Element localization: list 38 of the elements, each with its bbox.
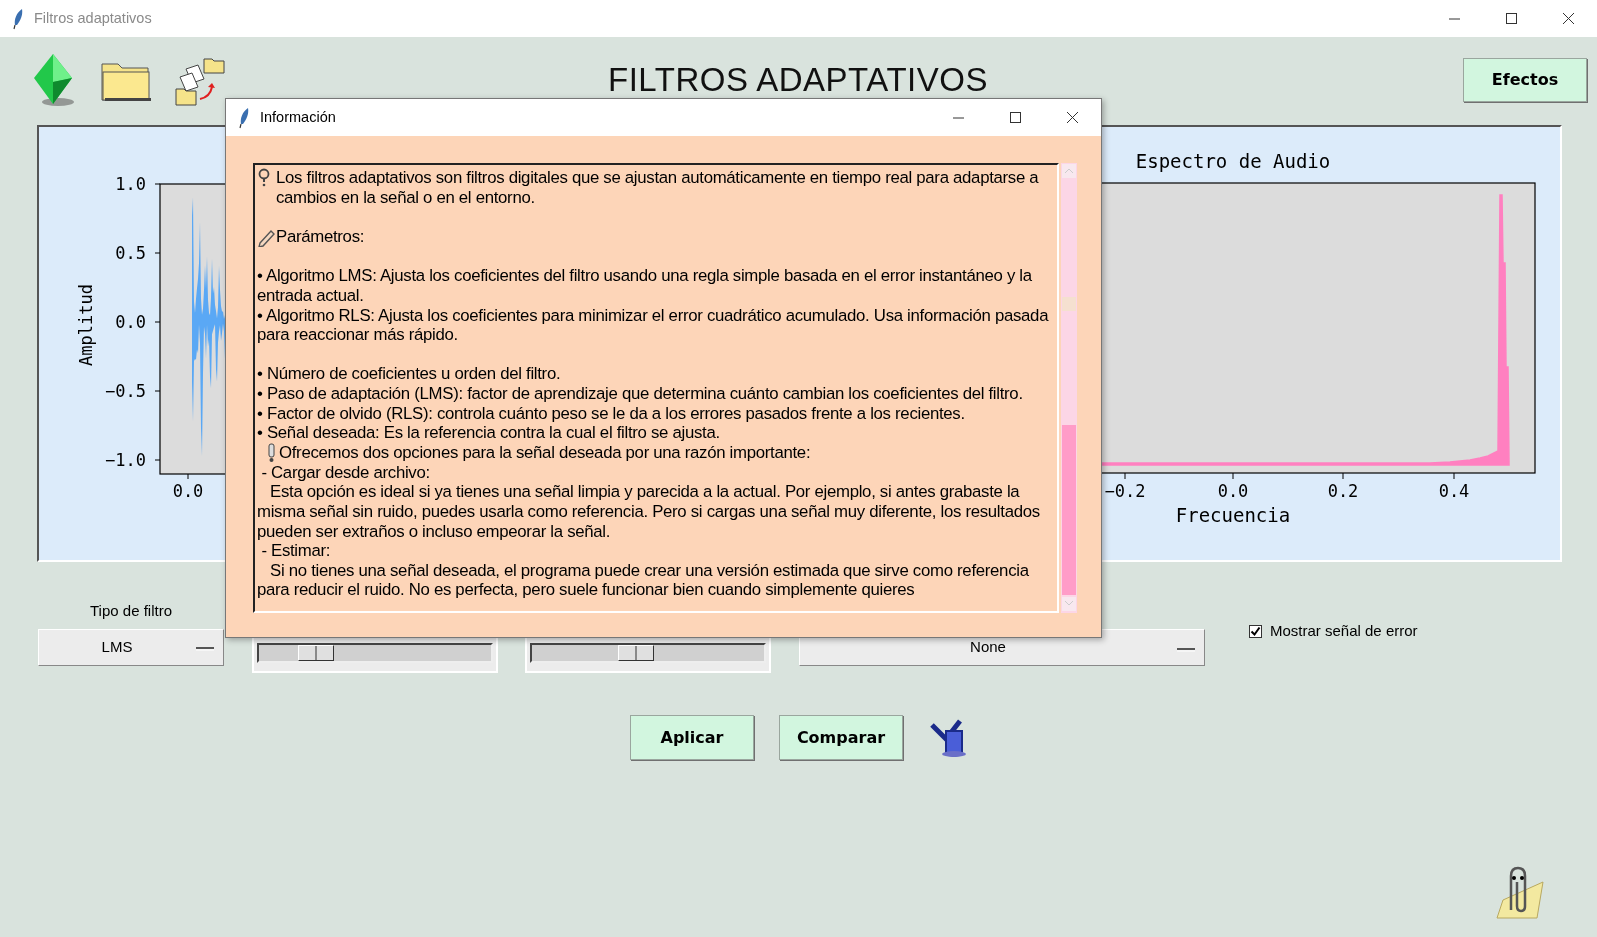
- info-paragraph: Parámetros:: [276, 226, 365, 247]
- info-paragraph: • Factor de olvido (RLS): controla cuánto peso se le da a los errores pasados frente a los recientes.: [257, 403, 965, 424]
- info-paragraph: - Estimar:: [260, 541, 331, 561]
- chart-title: Espectro de Audio: [1135, 150, 1331, 172]
- slider-thumb[interactable]: [298, 645, 335, 661]
- info-paragraph: • Señal deseada: Es la referencia contra la cual el filtro se ajusta.: [257, 423, 720, 443]
- tick-label: 0.2: [1327, 481, 1359, 501]
- info-paragraph: • Algoritmo LMS: Ajusta los coeficientes del filtro usando una regla simple basada en el error instantáneo y la entrada actual.: [257, 266, 1033, 306]
- effects-button[interactable]: Efectos: [1463, 58, 1587, 102]
- slider-thumb[interactable]: [618, 645, 655, 661]
- info-paragraph: Si no tienes una señal deseada, el programa puede crear una versión estimada que sirve como referencia para reducir el ruido. No es perfecta, pero suele funcionar bien cuando simplemente quieres: [257, 560, 1030, 600]
- apply-button[interactable]: Aplicar: [630, 715, 754, 760]
- dialog-title: Información: [260, 107, 336, 127]
- app-title: FILTROS ADAPTATIVOS: [608, 60, 988, 101]
- info-paragraph: • Algoritmo RLS: Ajusta los coeficientes para minimizar el error cuadrático acumulado. Usa información pasada para reaccionar más rápido.: [257, 305, 1050, 345]
- field-label: Tipo de filtro: [90, 601, 172, 621]
- checkbox[interactable]: [1249, 624, 1262, 638]
- tick-label: −0.5: [105, 381, 146, 401]
- checkbox-label: Mostrar señal de error: [1270, 621, 1418, 641]
- tick-label: 0.0: [172, 481, 204, 501]
- info-paragraph: Los filtros adaptativos son filtros digitales que se ajustan automáticamente en tiempo real para adaptarse a cambios en la señal o en el entorno.: [276, 168, 1040, 208]
- compare-button[interactable]: Comparar: [779, 715, 903, 760]
- filter-type-dropdown[interactable]: LMS: [38, 628, 224, 666]
- window-title: Filtros adaptativos: [34, 8, 152, 28]
- axis-label: Frecuencia: [1175, 504, 1291, 526]
- tick-label: 1.0: [115, 174, 146, 194]
- tick-label: 0.0: [115, 312, 146, 332]
- tick-label: 0.4: [1438, 481, 1470, 501]
- tick-label: 0.0: [1217, 481, 1249, 501]
- info-paragraph: • Número de coeficientes u orden del filtro.: [257, 364, 561, 384]
- info-paragraph: • Paso de adaptación (LMS): factor de aprendizaje que determina cuánto cambian los coeficientes del filtro.: [257, 383, 1023, 404]
- tick-label: −1.0: [105, 450, 146, 470]
- info-paragraph: - Cargar desde archivo:: [260, 462, 430, 483]
- info-paragraph: Esta opción es ideal si ya tienes una señal limpia y parecida a la actual. Por ejemplo, si antes grabaste la misma señal sin ruido, puedes usarla como referencia. Pero si cargas una señal muy diferente, los resultados pueden ser extraños o incluso empeorar la señal.: [257, 482, 1041, 542]
- info-paragraph: Ofrecemos dos opciones para la señal deseada por una razón importante:: [279, 442, 811, 463]
- tick-label: −0.2: [1104, 481, 1146, 501]
- axis-label: Amplitud: [76, 284, 96, 366]
- tick-label: 0.5: [115, 243, 146, 263]
